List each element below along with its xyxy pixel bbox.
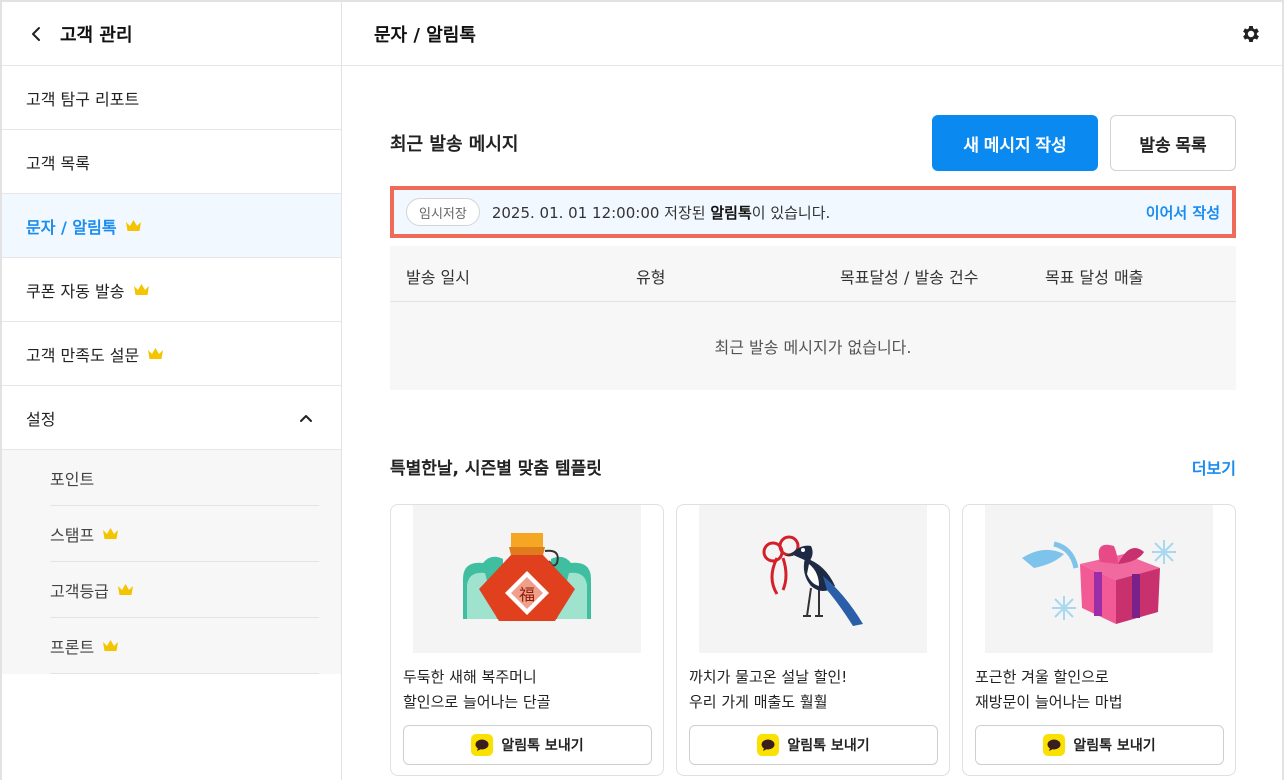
column-header-type: 유형: [636, 268, 666, 287]
sidebar-item-sms-alimtalk[interactable]: 문자 / 알림톡: [2, 194, 341, 258]
submenu-item-point[interactable]: 포인트: [50, 450, 319, 506]
template-card[interactable]: 포근한 겨울 할인으로 재방문이 늘어나는 마법 알림톡 보내기: [962, 504, 1236, 776]
lucky-pouch-image: 福: [413, 505, 641, 653]
templates-more-link[interactable]: 더보기: [1192, 455, 1236, 479]
sidebar-item-customer-report[interactable]: 고객 탐구 리포트: [2, 66, 341, 130]
back-chevron-icon[interactable]: [26, 24, 46, 44]
sidebar-item-customer-list[interactable]: 고객 목록: [2, 130, 341, 194]
gift-box-image: [985, 505, 1213, 653]
kakao-talk-icon: [1043, 734, 1066, 756]
kakao-talk-icon: [757, 734, 780, 756]
submenu-item-label: 포인트: [50, 469, 95, 489]
draft-text-type: 알림톡: [710, 203, 752, 222]
templates-header: 특별한날, 시즌별 맞춤 템플릿 더보기: [390, 454, 1236, 480]
main-content: 문자 / 알림톡 최근 발송 메시지 새 메시지 작성 발송 목록 임시저장 2…: [342, 2, 1282, 780]
send-alimtalk-label: 알림톡 보내기: [1073, 738, 1156, 754]
crown-icon: [102, 527, 119, 540]
main-header: 문자 / 알림톡: [342, 2, 1282, 66]
sidebar-item-coupon-auto[interactable]: 쿠폰 자동 발송: [2, 258, 341, 322]
crown-icon: [102, 639, 119, 652]
continue-writing-link[interactable]: 이어서 작성: [1146, 202, 1220, 223]
column-header-goal-count: 목표달성 / 발송 건수: [840, 268, 979, 287]
submenu-item-grade[interactable]: 고객등급: [50, 562, 319, 618]
draft-text-suffix: 이 있습니다.: [751, 203, 831, 222]
kakao-talk-icon: [471, 734, 494, 756]
sidebar-item-label: 고객 목록: [26, 153, 90, 173]
chevron-up-icon: [299, 408, 313, 427]
submenu-item-label: 고객등급: [50, 581, 109, 601]
gear-icon[interactable]: [1240, 23, 1262, 45]
app-window: 고객 관리 고객 탐구 리포트 고객 목록 문자 / 알림톡 쿠폰 자동 발송 …: [0, 0, 1284, 780]
sidebar-item-label: 문자 / 알림톡: [26, 217, 117, 237]
fortune-glyph: 福: [519, 585, 535, 604]
template-card[interactable]: 福 두둑한 새해 복주머니 할인으로 늘어나는 단골 알림톡 보내기: [390, 504, 664, 776]
template-card-text: 두둑한 새해 복주머니 할인으로 늘어나는 단골: [403, 665, 551, 715]
send-alimtalk-button[interactable]: 알림톡 보내기: [975, 725, 1224, 765]
template-card-line1: 두둑한 새해 복주머니: [403, 668, 537, 686]
template-card-line2: 할인으로 늘어나는 단골: [403, 693, 551, 711]
sidebar-item-label: 쿠폰 자동 발송: [26, 281, 125, 301]
sidebar-item-label: 고객 탐구 리포트: [26, 89, 140, 109]
page-title: 문자 / 알림톡: [374, 24, 476, 46]
submenu-item-front[interactable]: 프론트: [50, 618, 319, 674]
recent-messages-table: 발송 일시 유형 목표달성 / 발송 건수 목표 달성 매출 최근 발송 메시지…: [390, 246, 1236, 390]
sidebar: 고객 관리 고객 탐구 리포트 고객 목록 문자 / 알림톡 쿠폰 자동 발송 …: [2, 2, 342, 780]
crown-icon: [147, 347, 164, 360]
template-card-line2: 재방문이 늘어나는 마법: [975, 693, 1123, 711]
submenu-item-label: 스탬프: [50, 525, 95, 545]
recent-actions: 새 메시지 작성 발송 목록: [932, 115, 1236, 171]
template-card-line1: 포근한 겨울 할인으로: [975, 668, 1109, 686]
crown-icon: [125, 219, 142, 232]
template-card-line2: 우리 가게 매출도 훨훨: [689, 693, 828, 711]
draft-badge: 임시저장: [406, 198, 480, 226]
template-card-text: 까치가 물고온 설날 할인! 우리 가게 매출도 훨훨: [689, 665, 847, 715]
new-message-button[interactable]: 새 메시지 작성: [932, 115, 1098, 171]
draft-notice: 임시저장 2025. 01. 01 12:00:00 저장된 알림톡이 있습니다…: [390, 186, 1236, 238]
send-alimtalk-button[interactable]: 알림톡 보내기: [689, 725, 938, 765]
template-card-line1: 까치가 물고온 설날 할인!: [689, 668, 848, 686]
send-alimtalk-button[interactable]: 알림톡 보내기: [403, 725, 652, 765]
send-list-button[interactable]: 발송 목록: [1110, 115, 1236, 171]
magpie-image: [699, 505, 927, 653]
sidebar-item-satisfaction-survey[interactable]: 고객 만족도 설문: [2, 322, 341, 386]
column-header-goal-sales: 목표 달성 매출: [1045, 268, 1144, 287]
send-alimtalk-label: 알림톡 보내기: [787, 738, 870, 754]
table-header: 발송 일시 유형 목표달성 / 발송 건수 목표 달성 매출: [390, 246, 1236, 302]
recent-messages-title: 최근 발송 메시지: [390, 134, 519, 155]
recent-messages-header: 최근 발송 메시지 새 메시지 작성 발송 목록: [390, 114, 1236, 172]
table-empty-message: 최근 발송 메시지가 없습니다.: [714, 338, 912, 357]
crown-icon: [117, 583, 134, 596]
template-card[interactable]: 까치가 물고온 설날 할인! 우리 가게 매출도 훨훨 알림톡 보내기: [676, 504, 950, 776]
sidebar-item-settings[interactable]: 설정: [2, 386, 341, 450]
column-header-sent-at: 발송 일시: [406, 268, 470, 287]
draft-text: 2025. 01. 01 12:00:00 저장된 알림톡이 있습니다.: [492, 202, 1146, 223]
templates-title: 특별한날, 시즌별 맞춤 템플릿: [390, 459, 602, 479]
template-card-text: 포근한 겨울 할인으로 재방문이 늘어나는 마법: [975, 665, 1123, 715]
submenu-item-stamp[interactable]: 스탬프: [50, 506, 319, 562]
send-alimtalk-label: 알림톡 보내기: [501, 738, 584, 754]
crown-icon: [133, 283, 150, 296]
submenu-item-label: 프론트: [50, 637, 95, 657]
draft-text-prefix: 2025. 01. 01 12:00:00 저장된: [491, 203, 711, 222]
settings-submenu: 포인트 스탬프 고객등급 프론트: [2, 450, 341, 674]
sidebar-item-label: 고객 만족도 설문: [26, 345, 140, 365]
sidebar-title: 고객 관리: [60, 24, 133, 46]
sidebar-item-label: 설정: [26, 409, 56, 429]
sidebar-header: 고객 관리: [2, 2, 341, 66]
